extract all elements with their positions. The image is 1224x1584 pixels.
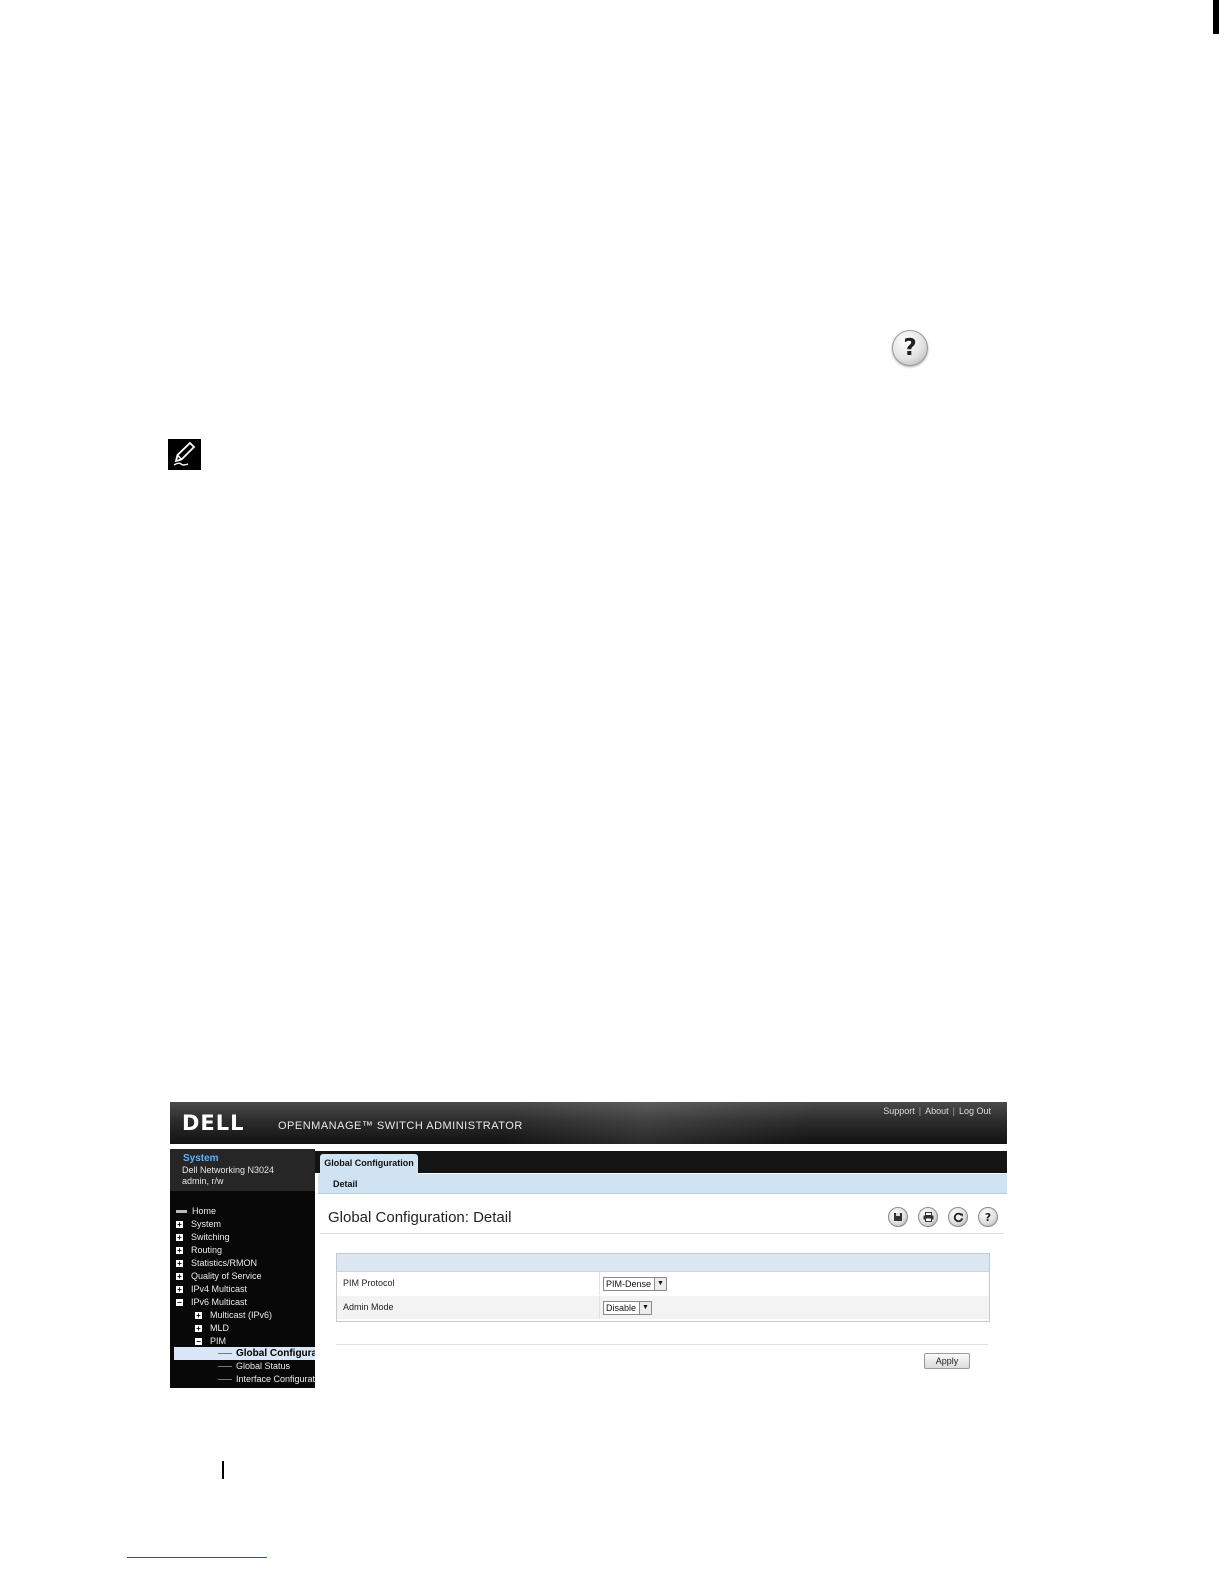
app-title: OPENMANAGE™ SWITCH ADMINISTRATOR [278,1120,523,1132]
sidebar-item-qos[interactable]: + Quality of Service [176,1270,311,1283]
sidebar-item-home[interactable]: Home [176,1205,311,1218]
pim-protocol-select[interactable]: PIM-Dense ▼ [603,1277,668,1291]
collapse-icon[interactable]: − [195,1338,202,1346]
link-separator: | [918,1106,922,1116]
top-links: Support | About | Log Out [883,1106,991,1116]
footer-bar [222,1461,224,1479]
expand-icon[interactable]: + [176,1234,183,1242]
help-icon: ? [892,330,928,366]
refresh-icon[interactable] [948,1207,968,1227]
tab-bar [315,1151,1007,1173]
dropdown-arrow-icon[interactable]: ▼ [639,1302,652,1314]
page-title: Global Configuration: Detail [328,1209,512,1226]
sidebar: System Dell Networking N3024 admin, r/w … [170,1149,315,1388]
support-link[interactable]: Support [883,1106,915,1116]
form-row-pim-protocol: PIM Protocol PIM-Dense ▼ [337,1272,989,1295]
column-divider [599,1272,600,1295]
form-bottom-divider [336,1344,988,1345]
footer-link-underline [127,1557,267,1558]
sidebar-item-interface-configuration[interactable]: Interface Configuration [218,1373,315,1386]
sidebar-item-global-configuration[interactable]: Global Configuration [174,1347,315,1360]
system-model: Dell Networking N3024 [182,1165,275,1175]
form-header [337,1254,989,1272]
banner-sheen [510,1102,810,1144]
expand-icon[interactable]: + [176,1247,183,1255]
help-icon[interactable]: ? [978,1207,998,1227]
form-row-admin-mode: Admin Mode Disable ▼ [337,1296,989,1319]
collapse-icon[interactable]: − [176,1299,183,1307]
expand-icon[interactable]: + [195,1312,202,1320]
system-title[interactable]: System [183,1153,219,1164]
print-icon[interactable] [918,1207,938,1227]
system-user: admin, r/w [182,1176,224,1186]
link-separator: | [952,1106,955,1116]
expand-icon[interactable]: + [176,1286,183,1294]
sidebar-item-system[interactable]: + System [176,1218,311,1231]
save-icon[interactable] [888,1207,908,1227]
sidebar-item-global-status[interactable]: Global Status [218,1360,315,1373]
tree-line-icon [218,1366,232,1368]
note-pencil-icon [168,439,201,470]
sidebar-item-switching[interactable]: + Switching [176,1231,311,1244]
dell-logo: DELL [182,1111,245,1135]
expand-icon[interactable]: + [176,1260,183,1268]
admin-mode-select[interactable]: Disable ▼ [603,1301,653,1315]
sidebar-item-multicast-ipv6[interactable]: + Multicast (IPv6) [195,1309,311,1322]
column-divider [599,1296,600,1319]
top-edge-bar [1213,0,1219,34]
ui-screenshot: DELL OPENMANAGE™ SWITCH ADMINISTRATOR Su… [170,1102,1007,1388]
expand-icon[interactable]: + [176,1273,183,1281]
subtab-bar [318,1174,1007,1194]
admin-mode-label: Admin Mode [343,1302,394,1312]
heading-divider [320,1233,1004,1234]
admin-mode-value: Disable [606,1303,637,1313]
pim-protocol-label: PIM Protocol [343,1278,395,1288]
tree-line-icon [218,1379,232,1381]
tab-global-configuration[interactable]: Global Configuration [320,1154,418,1174]
pim-protocol-value: PIM-Dense [606,1279,652,1289]
dropdown-arrow-icon[interactable]: ▼ [654,1278,667,1290]
sidebar-item-mld[interactable]: + MLD [195,1322,311,1335]
tree-line-icon [218,1352,232,1354]
sidebar-item-statistics[interactable]: + Statistics/RMON [176,1257,311,1270]
logout-link[interactable]: Log Out [959,1106,991,1116]
subtab-detail[interactable]: Detail [333,1179,358,1189]
sidebar-item-ipv4-multicast[interactable]: + IPv4 Multicast [176,1283,311,1296]
sidebar-item-ipv6-multicast[interactable]: − IPv6 Multicast [176,1296,311,1309]
expand-icon[interactable]: + [176,1221,183,1229]
sidebar-item-routing[interactable]: + Routing [176,1244,311,1257]
pim-global-form: PIM Protocol PIM-Dense ▼ Admin Mode Disa… [336,1253,990,1322]
apply-button[interactable]: Apply [924,1353,970,1369]
about-link[interactable]: About [925,1106,949,1116]
expand-icon[interactable]: + [195,1325,202,1333]
home-icon [176,1210,187,1214]
